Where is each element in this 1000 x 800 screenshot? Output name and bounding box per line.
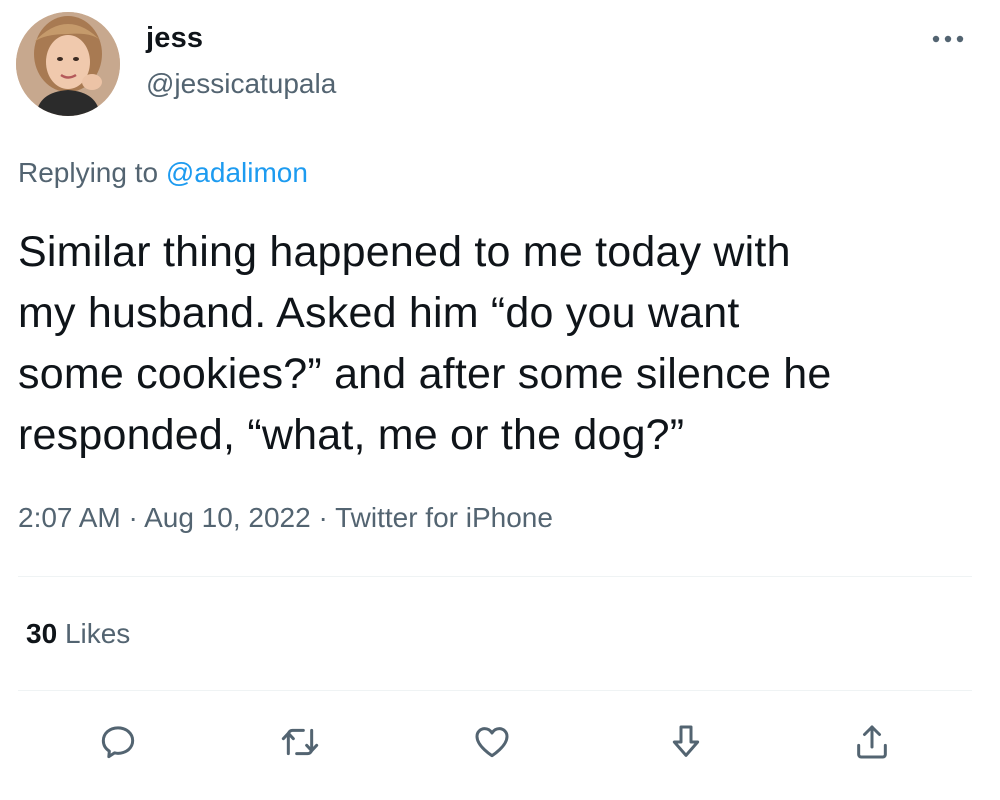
likes-stat[interactable]: 30 Likes: [26, 618, 130, 650]
retweet-button[interactable]: [276, 718, 324, 766]
divider: [18, 576, 972, 577]
likes-count: 30: [26, 618, 58, 649]
user-handle[interactable]: @jessicatupala: [146, 68, 336, 100]
avatar[interactable]: [16, 12, 120, 116]
avatar-image: [16, 12, 120, 116]
like-button[interactable]: [468, 718, 516, 766]
tweet-text: Similar thing happened to me today with …: [18, 228, 832, 459]
meta-separator: ·: [318, 502, 328, 533]
share-button[interactable]: [848, 718, 896, 766]
divider: [18, 690, 972, 691]
heart-icon: [475, 727, 509, 758]
tweet-source[interactable]: Twitter for iPhone: [335, 502, 553, 533]
more-options-button[interactable]: [928, 24, 968, 54]
share-icon: [857, 725, 887, 759]
tweet-detail: jess @jessicatupala Replying to @adalimo…: [0, 0, 1000, 800]
replying-to: Replying to @adalimon: [18, 157, 308, 189]
tweet-date[interactable]: Aug 10, 2022: [144, 502, 311, 533]
bookmark-button[interactable]: [662, 718, 710, 766]
reply-icon: [101, 726, 135, 759]
replying-to-label: Replying to: [18, 157, 159, 188]
tweet-time[interactable]: 2:07 AM: [18, 502, 121, 533]
arrow-down-icon: [672, 725, 700, 757]
display-name[interactable]: jess: [146, 22, 203, 55]
retweet-icon: [281, 728, 319, 756]
meta-separator: ·: [128, 502, 138, 533]
more-icon: [932, 35, 964, 43]
reply-mention-link[interactable]: @adalimon: [166, 157, 308, 188]
likes-label: Likes: [64, 618, 131, 649]
reply-button[interactable]: [94, 718, 142, 766]
tweet-actions: [0, 712, 1000, 772]
tweet-meta: 2:07 AM · Aug 10, 2022 · Twitter for iPh…: [18, 502, 553, 534]
